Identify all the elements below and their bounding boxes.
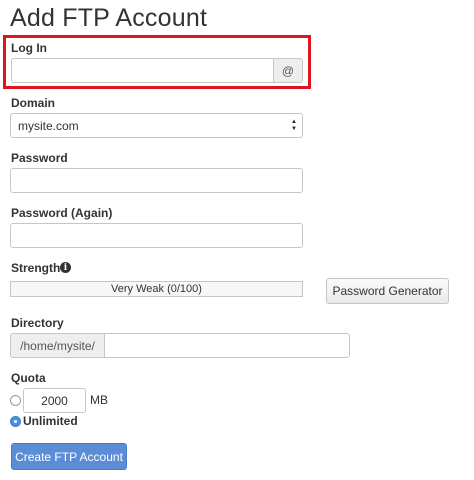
directory-prefix: /home/mysite/	[10, 333, 105, 358]
password-input[interactable]	[10, 168, 303, 193]
directory-label: Directory	[11, 316, 64, 330]
quota-limit-input[interactable]	[23, 388, 86, 413]
quota-unlimited-label[interactable]: Unlimited	[23, 414, 78, 428]
login-input[interactable]	[11, 58, 274, 83]
create-ftp-account-button[interactable]: Create FTP Account	[11, 443, 127, 470]
password-again-input[interactable]	[10, 223, 303, 248]
add-ftp-account-form: Add FTP Account Log In @ Domain mysite.c…	[0, 0, 474, 480]
info-icon[interactable]: i	[60, 262, 71, 273]
domain-select[interactable]: mysite.com ▲ ▼	[10, 113, 303, 138]
domain-label: Domain	[11, 96, 56, 110]
page-title: Add FTP Account	[10, 4, 208, 32]
password-again-label: Password (Again)	[11, 206, 113, 220]
quota-label: Quota	[11, 371, 46, 385]
domain-selected-value: mysite.com	[18, 118, 79, 133]
login-label: Log In	[11, 41, 47, 55]
directory-input[interactable]	[104, 333, 350, 358]
password-generator-button[interactable]: Password Generator	[326, 278, 449, 304]
strength-meter: Very Weak (0/100)	[10, 281, 303, 297]
strength-label: Strength	[11, 261, 61, 275]
password-label: Password	[11, 151, 68, 165]
select-arrows-icon: ▲ ▼	[291, 119, 297, 132]
quota-unlimited-radio[interactable]	[10, 416, 21, 427]
login-domain-addon: @	[273, 58, 303, 83]
strength-value: Very Weak (0/100)	[111, 283, 202, 295]
quota-unit: MB	[90, 393, 108, 407]
quota-limited-radio[interactable]	[10, 395, 21, 406]
